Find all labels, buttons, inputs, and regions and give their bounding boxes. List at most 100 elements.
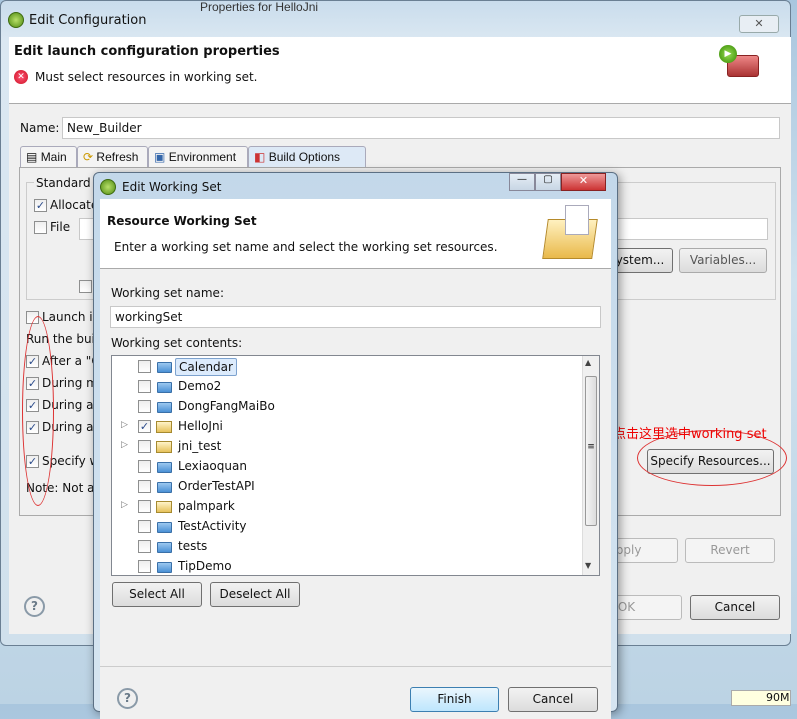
folder-icon [157,542,172,553]
folder-icon [157,562,172,573]
tab-environment[interactable]: ▣ Environment [148,146,248,167]
annotation-ellipse-left [22,316,54,506]
scroll-thumb[interactable]: ≡ [585,376,597,526]
annotation-text: 点击这里选中working set [613,427,767,442]
minimize-button[interactable]: — [509,173,535,191]
error-icon: ✕ [14,70,28,84]
list-item[interactable]: DongFangMaiBo [112,397,582,417]
item-label: Calendar [175,358,237,376]
dialog-header: Edit launch configuration properties ✕ M… [9,37,791,104]
item-checkbox[interactable] [138,520,151,533]
list-item[interactable]: TipDemo [112,557,582,575]
item-checkbox[interactable] [138,440,151,453]
item-label: HelloJni [178,419,223,433]
deselect-all-button[interactable]: Deselect All [210,582,300,607]
project-icon [156,441,172,453]
working-set-dialog-title: Edit Working Set [122,180,222,194]
item-label: jni_test [178,439,222,453]
working-set-name-input[interactable]: workingSet [110,306,601,328]
scroll-down-icon[interactable]: ▼ [585,561,591,570]
close-button[interactable]: ✕ [561,173,606,191]
item-checkbox[interactable] [138,560,151,573]
item-label: TipDemo [178,559,232,573]
file-label: File [50,220,71,234]
item-label: Lexiaoquan [178,459,247,473]
name-input[interactable]: New_Builder [62,117,780,139]
background-window-title: Properties for HelloJni [200,0,319,14]
expand-icon[interactable]: ▷ [121,420,128,430]
list-item[interactable]: Demo2 [112,377,582,397]
list-item[interactable]: ▷ palmpark [112,497,582,517]
separator [100,666,611,667]
list-item[interactable]: OrderTestAPI [112,477,582,497]
close-button[interactable]: ✕ [739,15,779,33]
working-set-contents-tree: Calendar Demo2 DongFangMaiBo ▷ ✓ HelloJni ▷ jni… [111,355,600,576]
minimize-icon: — [517,174,527,185]
folder-icon [157,362,172,373]
folder-icon [157,482,172,493]
revert-button[interactable]: Revert [685,538,775,563]
list-item[interactable]: Calendar [112,357,582,377]
item-label: OrderTestAPI [178,479,255,493]
header-title: Resource Working Set [107,214,257,228]
expand-icon[interactable]: ▷ [121,500,128,510]
item-label: tests [178,539,208,553]
list-item[interactable]: Lexiaoquan [112,457,582,477]
folder-icon [157,462,172,473]
allocate-label: Allocate [50,198,99,212]
project-icon [156,501,172,513]
folder-icon [157,382,172,393]
help-icon[interactable]: ? [117,688,138,709]
item-checkbox[interactable] [138,380,151,393]
standard-group-label: Standard I [34,176,100,190]
working-set-cancel-button[interactable]: Cancel [508,687,598,712]
file-checkbox[interactable] [34,221,47,234]
tab-refresh[interactable]: ⟳ Refresh [77,146,148,167]
list-item[interactable]: ▷ jni_test [112,437,582,457]
finish-button[interactable]: Finish [410,687,499,712]
name-label: Name: [20,121,60,135]
expand-icon[interactable]: ▷ [121,440,128,450]
run-icon: ▶ [719,45,737,63]
maximize-icon: ▢ [543,174,553,185]
item-label: DongFangMaiBo [178,399,275,413]
list-item[interactable]: ▷ ✓ HelloJni [112,417,582,437]
close-icon: ✕ [578,174,589,187]
header-description: Enter a working set name and select the … [114,240,498,254]
list-item[interactable]: TestActivity [112,517,582,537]
close-icon: ✕ [754,17,764,30]
refresh-icon: ⟳ [83,150,94,164]
app-icon [100,179,116,195]
project-icon [156,421,172,433]
item-checkbox[interactable] [138,500,151,513]
tab-build-options[interactable]: ◧ Build Options [248,146,366,167]
working-set-contents-label: Working set contents: [111,336,243,350]
select-all-button[interactable]: Select All [112,582,202,607]
small-checkbox[interactable] [79,280,92,293]
item-checkbox[interactable] [138,460,151,473]
tab-main[interactable]: ▤ Main [20,146,77,167]
scrollbar[interactable]: ▲ ≡ ▼ [582,356,599,575]
allocate-checkbox[interactable]: ✓ [34,199,47,212]
item-checkbox[interactable] [138,540,151,553]
scroll-up-icon[interactable]: ▲ [585,358,591,367]
app-icon [8,12,24,28]
item-checkbox[interactable] [138,360,151,373]
item-label: palmpark [178,499,235,513]
cancel-button[interactable]: Cancel [690,595,780,620]
maximize-button[interactable]: ▢ [535,173,561,191]
main-tab-icon: ▤ [26,150,38,164]
folder-icon [157,402,172,413]
item-checkbox[interactable] [138,480,151,493]
list-item[interactable]: tests [112,537,582,557]
build-options-icon: ◧ [254,150,266,164]
folder-icon [157,522,172,533]
help-icon[interactable]: ? [24,596,45,617]
document-icon [565,205,589,235]
dialog-title: Edit Configuration [29,13,147,28]
variables-button[interactable]: Variables... [679,248,767,273]
item-label: Demo2 [178,379,222,393]
working-set-name-label: Working set name: [111,286,224,300]
item-checkbox[interactable]: ✓ [138,420,151,433]
item-checkbox[interactable] [138,400,151,413]
